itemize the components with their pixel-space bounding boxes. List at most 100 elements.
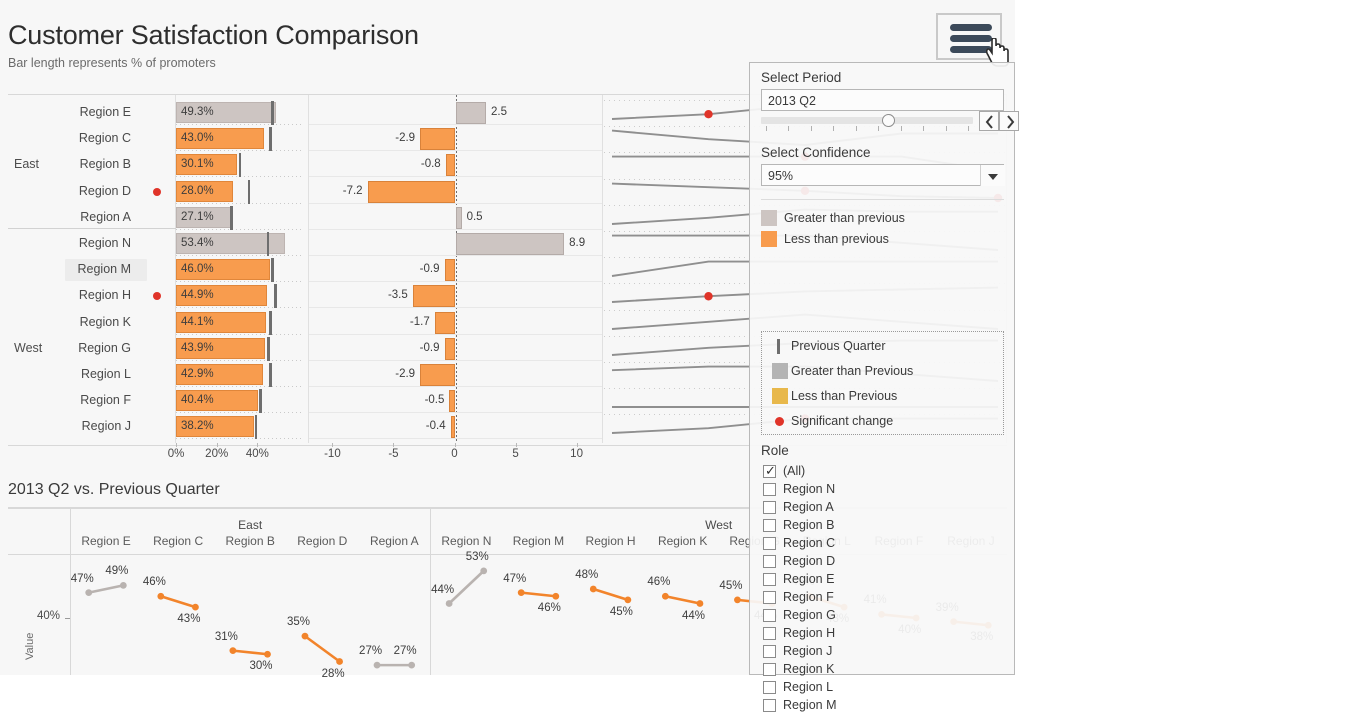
region-label[interactable]: Region F	[80, 393, 131, 407]
difference-bar[interactable]	[444, 259, 456, 282]
promoter-bar[interactable]: 43.0%	[176, 128, 264, 150]
region-label[interactable]: Region A	[80, 210, 131, 224]
difference-bar[interactable]	[455, 233, 565, 255]
promoter-bar[interactable]: 28.0%	[176, 180, 233, 202]
promoter-bar[interactable]: 42.9%	[176, 364, 264, 385]
promoter-bar[interactable]: 43.9%	[176, 337, 266, 359]
slope-column-header[interactable]: Region A	[358, 534, 430, 548]
role-checkbox[interactable]	[763, 591, 776, 604]
role-checkbox-label[interactable]: Region N	[783, 482, 835, 496]
difference-bar[interactable]	[449, 390, 456, 413]
role-checkbox[interactable]	[763, 681, 776, 694]
region-label[interactable]: Region G	[78, 341, 131, 355]
difference-row-gridline	[309, 386, 602, 387]
difference-bar[interactable]	[444, 337, 456, 360]
promoter-bar[interactable]: 40.4%	[176, 390, 259, 412]
promoter-bar[interactable]: 44.1%	[176, 311, 266, 333]
confidence-select[interactable]: 95%	[761, 164, 1004, 186]
difference-bar[interactable]	[420, 128, 456, 151]
role-checkbox[interactable]	[763, 645, 776, 658]
difference-bar[interactable]	[455, 206, 462, 229]
axis-tick-label: -5	[388, 448, 399, 460]
checkmark-icon: ✓	[765, 463, 776, 478]
difference-bar[interactable]	[434, 311, 456, 334]
slope-column-header[interactable]: Region H	[575, 534, 647, 548]
role-checkbox-label[interactable]: Region M	[783, 698, 837, 712]
difference-bar[interactable]	[445, 154, 456, 177]
role-checkbox[interactable]	[763, 537, 776, 550]
difference-row-gridline	[309, 202, 602, 204]
role-checkbox-label[interactable]: Region F	[783, 590, 834, 604]
slope-column-header[interactable]: Region K	[647, 534, 719, 548]
role-checkbox-label[interactable]: Region G	[783, 608, 836, 622]
role-checkbox[interactable]	[763, 699, 776, 712]
legend-color-swatch	[772, 388, 788, 404]
significant-change-dot	[153, 292, 161, 301]
role-checkbox[interactable]	[763, 663, 776, 676]
role-checkbox[interactable]	[763, 609, 776, 622]
promoter-bar[interactable]: 30.1%	[176, 154, 238, 176]
role-checkbox-label[interactable]: (All)	[783, 464, 805, 478]
region-label[interactable]: Region C	[79, 131, 131, 145]
slope-column-header[interactable]: Region E	[70, 534, 142, 548]
slope-column-header[interactable]: Region N	[430, 534, 502, 548]
region-label[interactable]: Region K	[80, 315, 131, 329]
difference-bar[interactable]	[450, 416, 456, 439]
promoter-bar[interactable]: 38.2%	[176, 416, 254, 438]
role-checkbox-label[interactable]: Region C	[783, 536, 835, 550]
bar-row-gridline	[176, 412, 303, 414]
period-slider-track[interactable]	[761, 117, 973, 124]
slope-column-header[interactable]: Region B	[214, 534, 286, 548]
promoter-bar[interactable]: 44.9%	[176, 285, 268, 307]
region-label[interactable]: Region J	[82, 419, 131, 433]
period-slider-handle[interactable]	[882, 114, 896, 127]
role-checkbox[interactable]	[763, 501, 776, 514]
promoter-bar[interactable]: 49.3%	[176, 102, 277, 123]
region-label[interactable]: Region E	[80, 105, 131, 119]
difference-bar[interactable]	[420, 364, 456, 386]
region-label[interactable]: Region L	[81, 367, 131, 381]
slope-point-label: 47%	[503, 572, 527, 585]
previous-quarter-tick	[269, 127, 272, 152]
difference-bar[interactable]	[412, 285, 456, 308]
role-checkbox-label[interactable]: Region L	[783, 680, 833, 694]
promoter-bar[interactable]: 46.0%	[176, 259, 270, 281]
legend-color-swatch	[761, 210, 777, 226]
slope-point	[301, 632, 309, 640]
slope-column-header[interactable]: Region C	[142, 534, 214, 548]
difference-bar[interactable]	[455, 102, 487, 124]
role-checkbox[interactable]	[763, 483, 776, 496]
period-value-field[interactable]: 2013 Q2	[761, 89, 1004, 111]
slope-point	[336, 658, 343, 665]
region-label[interactable]: Region D	[79, 184, 131, 198]
promoter-bar[interactable]: 27.1%	[176, 206, 232, 228]
previous-quarter-tick	[254, 415, 258, 440]
role-checkbox-label[interactable]: Region A	[783, 500, 834, 514]
region-label[interactable]: Region N	[79, 236, 131, 250]
role-checkbox-label[interactable]: Region D	[783, 554, 835, 568]
difference-bar[interactable]	[367, 180, 456, 203]
role-checkbox[interactable]	[763, 627, 776, 640]
role-checkbox-label[interactable]: Region J	[783, 644, 832, 658]
role-checkbox-label[interactable]: Region K	[783, 662, 834, 676]
slope-column-header[interactable]: Region M	[502, 534, 574, 548]
role-checkbox[interactable]	[763, 519, 776, 532]
role-checkbox[interactable]: ✓	[763, 463, 776, 478]
promoter-bar-value: 28.0%	[181, 184, 214, 197]
slope-point-label: 43%	[177, 613, 201, 626]
role-checkbox[interactable]	[763, 555, 776, 568]
role-checkbox-label[interactable]: Region B	[783, 518, 834, 532]
promoter-bar-value: 46.0%	[181, 263, 214, 276]
period-previous-button[interactable]	[979, 111, 999, 131]
difference-bar-pane: 2.5 -2.9 -0.8 -7.2 0.5 8.9 -0.9 -3.5 -1.7 -0.9 -2.…	[308, 95, 603, 443]
region-label[interactable]: Region M	[78, 262, 132, 276]
chevron-down-icon[interactable]	[980, 164, 1005, 186]
region-label[interactable]: Region B	[80, 157, 131, 171]
region-label[interactable]: Region H	[79, 288, 131, 302]
slope-column-header[interactable]: Region D	[286, 534, 358, 548]
role-checkbox-label[interactable]: Region H	[783, 626, 835, 640]
period-next-button[interactable]	[999, 111, 1019, 131]
role-checkbox[interactable]	[763, 573, 776, 586]
slope-line	[592, 587, 629, 602]
role-checkbox-label[interactable]: Region E	[783, 572, 834, 586]
